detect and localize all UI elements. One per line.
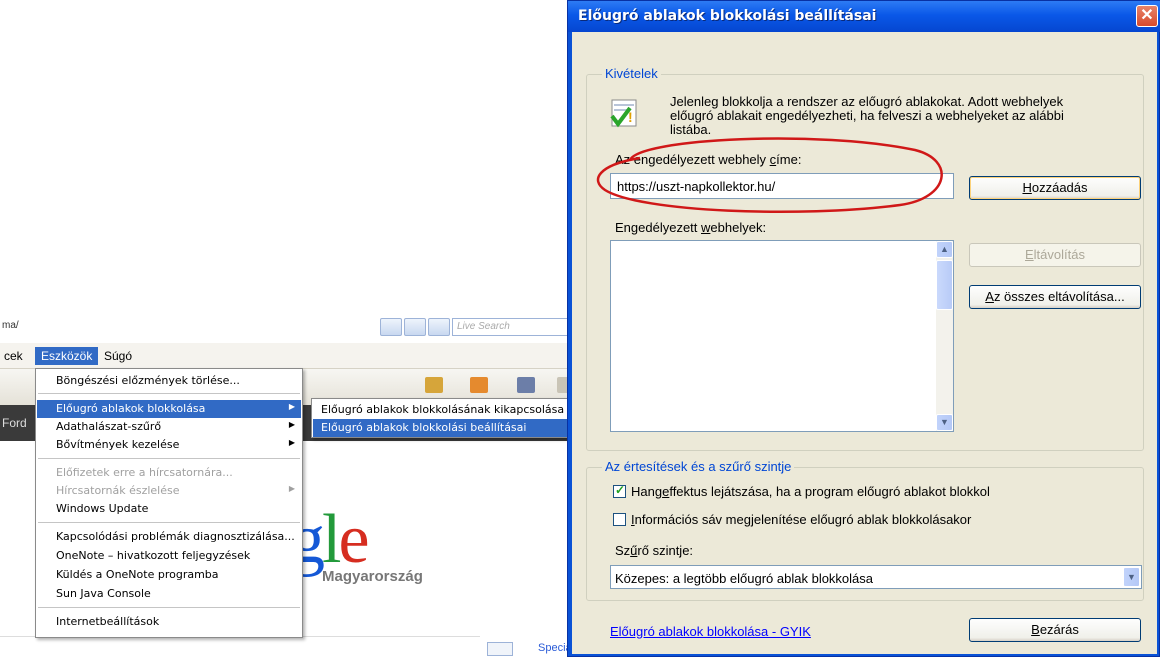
menu-item-label: Bővítmények kezelése bbox=[56, 438, 180, 451]
print-icon[interactable] bbox=[517, 377, 535, 393]
address-label: Az engedélyezett webhely címe: bbox=[615, 152, 802, 167]
menu-item-subscribe-feed: Előfizetek erre a hírcsatornára... bbox=[37, 464, 301, 482]
menu-item-label: Böngészési előzmények törlése... bbox=[56, 374, 240, 387]
menu-item-diagnose[interactable]: Kapcsolódási problémák diagnosztizálása.… bbox=[37, 528, 301, 546]
menu-item-windows-update[interactable]: Windows Update bbox=[37, 500, 301, 518]
filter-level-select[interactable]: Közepes: a legtöbb előugró ablak blokkol… bbox=[610, 565, 1142, 589]
info-checkmark-icon: ! bbox=[610, 99, 637, 128]
logo-letter-l: l bbox=[322, 501, 342, 578]
address-row: ma/ Live Search bbox=[0, 314, 580, 336]
submenu-item-settings[interactable]: Előugró ablakok blokkolási beállításai bbox=[313, 419, 567, 437]
allowed-sites-list[interactable]: ▲ ▼ bbox=[610, 240, 954, 432]
menu-separator bbox=[38, 522, 300, 523]
submenu-arrow-icon: ▶ bbox=[288, 484, 295, 493]
feeds-icon[interactable] bbox=[470, 377, 488, 393]
dialog-titlebar[interactable]: Előugró ablakok blokkolási beállításai ✕ bbox=[568, 1, 1160, 32]
menu-item-java-console[interactable]: Sun Java Console bbox=[37, 585, 301, 603]
sound-label: Hangeffektus lejátszása, ha a program el… bbox=[631, 484, 990, 499]
address-input[interactable]: https://uszt-napkollektor.hu/ bbox=[610, 173, 954, 199]
logo-subtitle: Magyarország bbox=[322, 568, 423, 585]
menu-item-label: Hírcsatornák észlelése bbox=[56, 484, 180, 497]
menu-item-popup-blocker[interactable]: Előugró ablakok blokkolása ▶ bbox=[37, 400, 301, 418]
menu-separator bbox=[38, 393, 300, 394]
submenu-arrow-icon: ▶ bbox=[288, 438, 295, 447]
filter-level-label: Szűrő szintje: bbox=[615, 543, 694, 558]
checkmark-icon: ✓ bbox=[615, 483, 626, 497]
info-text-line2: előugró ablakait engedélyezheti, ha felv… bbox=[670, 108, 1064, 123]
menu-item-label: Kapcsolódási problémák diagnosztizálása.… bbox=[56, 530, 295, 543]
menu-item-addons[interactable]: Bővítmények kezelése ▶ bbox=[37, 436, 301, 454]
menu-separator bbox=[38, 458, 300, 459]
refresh-button[interactable] bbox=[404, 318, 426, 336]
remove-button[interactable]: Eltávolítás bbox=[969, 243, 1141, 267]
allowed-sites-label: Engedélyezett webhelyek: bbox=[615, 220, 767, 235]
notifications-legend: Az értesítések és a szűrő szintje bbox=[602, 459, 795, 474]
scroll-down-icon[interactable]: ▼ bbox=[936, 414, 953, 431]
menu-item-label: Előugró ablakok blokkolási beállításai bbox=[321, 421, 527, 434]
close-button[interactable]: Bezárás bbox=[969, 618, 1141, 642]
menu-item-label: Adathalászat-szűrő bbox=[56, 420, 162, 433]
chevron-down-icon[interactable]: ▼ bbox=[1123, 567, 1140, 587]
svg-text:!: ! bbox=[628, 109, 633, 125]
menu-item-onenote-notes[interactable]: OneNote – hivatkozott feljegyzések bbox=[37, 547, 301, 565]
popup-blocker-submenu: Előugró ablakok blokkolásának kikapcsolá… bbox=[311, 398, 569, 438]
submenu-arrow-icon: ▶ bbox=[288, 420, 295, 429]
dialog-body: Kivételek ! Jelenleg blokkolja a rendsze… bbox=[572, 32, 1157, 654]
scroll-up-icon[interactable]: ▲ bbox=[936, 241, 953, 258]
menu-favorites[interactable]: cek bbox=[0, 347, 29, 365]
menu-separator bbox=[38, 607, 300, 608]
menu-item-label: Windows Update bbox=[56, 502, 149, 515]
menu-tools[interactable]: Eszközök bbox=[35, 347, 99, 365]
info-text-line1: Jelenleg blokkolja a rendszer az előugró… bbox=[670, 94, 1064, 109]
list-scrollbar[interactable]: ▲ ▼ bbox=[936, 241, 953, 431]
close-icon[interactable]: ✕ bbox=[1136, 5, 1158, 27]
infobar-checkbox[interactable] bbox=[613, 513, 626, 526]
address-fragment: ma/ bbox=[2, 320, 19, 331]
menu-item-label: Előugró ablakok blokkolása bbox=[56, 402, 206, 415]
menu-item-feed-discovery: Hírcsatornák észlelése ▶ bbox=[37, 482, 301, 500]
stop-button[interactable] bbox=[428, 318, 450, 336]
menu-item-label: Küldés a OneNote programba bbox=[56, 568, 219, 581]
popup-blocker-settings-dialog: Előugró ablakok blokkolási beállításai ✕… bbox=[567, 0, 1160, 657]
menu-help[interactable]: Súgó bbox=[98, 347, 138, 365]
filter-level-value: Közepes: a legtöbb előugró ablak blokkol… bbox=[615, 571, 874, 586]
exceptions-legend: Kivételek bbox=[602, 66, 661, 81]
header-text-left: Ford bbox=[2, 416, 27, 430]
menu-item-phishing-filter[interactable]: Adathalászat-szűrő ▶ bbox=[37, 418, 301, 436]
submenu-arrow-icon: ▶ bbox=[288, 402, 295, 411]
menu-item-label: OneNote – hivatkozott feljegyzések bbox=[56, 549, 251, 562]
home-icon[interactable] bbox=[425, 377, 443, 393]
menu-item-label: Előugró ablakok blokkolásának kikapcsolá… bbox=[321, 403, 565, 416]
menu-item-clear-history[interactable]: Böngészési előzmények törlése... bbox=[37, 372, 301, 390]
menu-item-label: Sun Java Console bbox=[56, 587, 151, 600]
sound-checkbox[interactable]: ✓ bbox=[613, 483, 626, 498]
search-input[interactable]: Live Search bbox=[452, 318, 580, 336]
faq-link[interactable]: Előugró ablakok blokkolása - GYIK bbox=[610, 624, 811, 639]
logo-letter-e: e bbox=[338, 501, 369, 578]
dropdown-arrow-button[interactable] bbox=[380, 318, 402, 336]
menu-item-internet-options[interactable]: Internetbeállítások bbox=[37, 613, 301, 631]
menu-bar: cek Eszközök Súgó bbox=[0, 343, 580, 369]
info-text-line3: listába. bbox=[670, 122, 712, 137]
menu-item-label: Előfizetek erre a hírcsatornára... bbox=[56, 466, 233, 479]
menu-item-label: Internetbeállítások bbox=[56, 615, 160, 628]
add-button[interactable]: Hozzáadás bbox=[969, 176, 1141, 200]
tools-menu: Böngészési előzmények törlése... Előugró… bbox=[35, 368, 303, 638]
scroll-thumb[interactable] bbox=[936, 260, 953, 310]
menu-item-send-onenote[interactable]: Küldés a OneNote programba bbox=[37, 566, 301, 584]
submenu-item-turn-off[interactable]: Előugró ablakok blokkolásának kikapcsolá… bbox=[313, 401, 567, 419]
dialog-title: Előugró ablakok blokkolási beállításai bbox=[578, 8, 877, 24]
infobar-label: Információs sáv megjelenítése előugró ab… bbox=[631, 512, 972, 527]
keyboard-icon[interactable] bbox=[487, 642, 513, 656]
remove-all-button[interactable]: Az összes eltávolítása... bbox=[969, 285, 1141, 309]
